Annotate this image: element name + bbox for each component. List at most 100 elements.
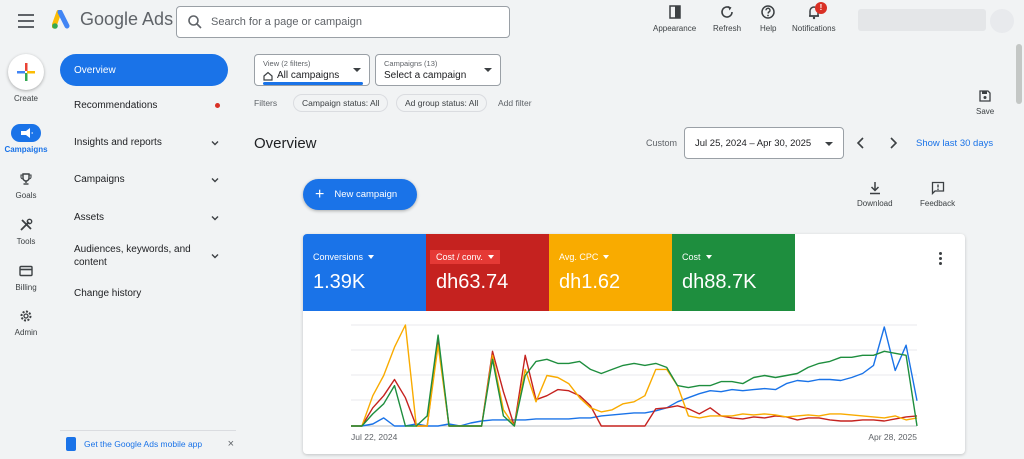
appearance-icon xyxy=(668,5,681,19)
rail-admin-pill xyxy=(11,307,41,325)
metric-cost-per-conversion-name[interactable]: Cost / conv. xyxy=(430,250,500,264)
series-line-conversions[interactable] xyxy=(351,326,918,427)
create-label: Create xyxy=(13,94,38,103)
nav-campaigns-label: Campaigns xyxy=(74,174,125,185)
show-last-30-days-link[interactable]: Show last 30 days xyxy=(916,138,993,149)
search-box[interactable] xyxy=(176,6,510,38)
metric-conversions[interactable]: Conversions 1.39K xyxy=(303,234,426,311)
save-button[interactable]: Save xyxy=(976,90,994,116)
metric-cost-per-conversion[interactable]: Cost / conv. dh63.74 xyxy=(426,234,549,311)
view-dropdown-value: All campaigns xyxy=(277,70,340,81)
metric-cost[interactable]: Cost dh88.7K xyxy=(672,234,795,311)
phone-icon xyxy=(66,436,76,451)
rail-item-campaigns[interactable]: Campaigns xyxy=(0,124,52,154)
refresh-label: Refresh xyxy=(713,24,742,33)
nav-audiences-label: Audiences, keywords, and content xyxy=(74,244,191,268)
nav-insights-label: Insights and reports xyxy=(74,137,162,148)
nav-item-change-history[interactable]: Change history xyxy=(60,288,228,299)
rail-campaigns-label: Campaigns xyxy=(4,145,48,154)
left-rail: Create Campaigns Goals Tools Billing Adm… xyxy=(0,44,52,459)
x-axis-start-label: Jul 22, 2024 xyxy=(351,432,398,442)
performance-card: Conversions 1.39K Cost / conv. dh63.74 A… xyxy=(303,234,965,454)
rail-admin-label: Admin xyxy=(14,328,38,337)
metric-cost-name[interactable]: Cost xyxy=(682,250,712,264)
plus-icon: + xyxy=(315,185,325,203)
card-icon xyxy=(19,265,33,277)
campaigns-dropdown[interactable]: Campaigns (13) Select a campaign xyxy=(375,54,501,86)
x-axis-end-label: Apr 28, 2025 xyxy=(868,432,917,442)
chevron-down-icon xyxy=(825,142,833,146)
filter-chip-ad-group-status[interactable]: Ad group status: All xyxy=(396,94,488,112)
chevron-right-icon[interactable] xyxy=(886,135,900,151)
rail-tools-label: Tools xyxy=(16,237,36,246)
close-icon[interactable]: × xyxy=(228,438,234,450)
home-icon xyxy=(263,71,273,81)
mobile-app-promo[interactable]: Get the Google Ads mobile app × xyxy=(60,430,236,456)
plus-icon xyxy=(17,63,35,81)
metric-avg-cpc-name[interactable]: Avg. CPC xyxy=(559,250,610,264)
feedback-icon xyxy=(931,181,944,195)
nav-assets-label: Assets xyxy=(74,212,105,223)
more-vert-icon[interactable] xyxy=(939,252,943,266)
view-dropdown-label: View (2 filters) xyxy=(263,59,311,68)
feedback-button[interactable]: Feedback xyxy=(920,181,955,208)
notifications-button[interactable]: Notifications ! xyxy=(792,2,836,33)
view-dropdown[interactable]: View (2 filters) All campaigns xyxy=(254,54,370,86)
avatar[interactable] xyxy=(990,9,1014,33)
rail-item-billing[interactable]: Billing xyxy=(0,262,52,292)
rail-goals-pill xyxy=(11,170,41,188)
nav-item-campaigns[interactable]: Campaigns xyxy=(60,174,228,185)
filters-label: Filters xyxy=(254,98,278,108)
appearance-label: Appearance xyxy=(653,24,697,33)
nav-item-audiences[interactable]: Audiences, keywords, and content xyxy=(60,243,228,269)
trophy-icon xyxy=(20,173,32,185)
date-custom-label: Custom xyxy=(646,138,678,148)
menu-icon[interactable] xyxy=(18,14,34,28)
nav-item-insights[interactable]: Insights and reports xyxy=(60,137,228,148)
feedback-label: Feedback xyxy=(920,199,956,208)
search-icon xyxy=(188,15,202,29)
chevron-down-icon xyxy=(484,68,492,72)
page-title: Overview xyxy=(254,135,317,152)
rail-tools-pill xyxy=(11,216,41,234)
account-info[interactable] xyxy=(858,9,986,31)
megaphone-icon xyxy=(21,128,33,138)
nav-item-assets[interactable]: Assets xyxy=(60,212,228,223)
help-button[interactable]: Help xyxy=(760,4,776,33)
nav-item-recommendations[interactable]: Recommendations xyxy=(60,100,228,111)
metric-conversions-name[interactable]: Conversions xyxy=(313,250,375,264)
new-campaign-button[interactable]: + New campaign xyxy=(303,179,417,210)
rail-campaigns-pill xyxy=(11,124,41,142)
filter-chip-campaign-status[interactable]: Campaign status: All xyxy=(293,94,389,112)
selected-indicator xyxy=(263,82,363,85)
date-range-value: Jul 25, 2024 – Apr 30, 2025 xyxy=(695,137,812,149)
google-ads-logo[interactable]: Google Ads xyxy=(52,9,173,30)
metric-avg-cpc-value: dh1.62 xyxy=(559,271,621,293)
metric-conversions-value: 1.39K xyxy=(313,271,366,293)
download-label: Download xyxy=(857,199,893,208)
rail-item-tools[interactable]: Tools xyxy=(0,216,52,246)
nav-item-overview[interactable]: Overview xyxy=(60,54,228,86)
notifications-label: Notifications xyxy=(792,24,836,33)
rail-goals-label: Goals xyxy=(15,191,37,200)
download-button[interactable]: Download xyxy=(857,181,893,208)
campaigns-dropdown-label: Campaigns (13) xyxy=(384,59,438,68)
refresh-button[interactable]: Refresh xyxy=(713,4,741,33)
new-campaign-label: New campaign xyxy=(334,189,398,200)
appearance-button[interactable]: Appearance xyxy=(653,4,696,33)
rail-billing-label: Billing xyxy=(15,283,37,292)
rail-item-goals[interactable]: Goals xyxy=(0,170,52,200)
date-range-picker[interactable]: Jul 25, 2024 – Apr 30, 2025 xyxy=(684,127,844,159)
metric-cost-per-conversion-label: Cost / conv. xyxy=(436,252,483,262)
nav-change-history-label: Change history xyxy=(74,288,142,299)
page-scrollbar[interactable] xyxy=(1016,44,1022,104)
rail-item-admin[interactable]: Admin xyxy=(0,307,52,337)
create-button[interactable] xyxy=(8,54,44,90)
mobile-promo-text[interactable]: Get the Google Ads mobile app xyxy=(84,439,202,449)
metric-avg-cpc[interactable]: Avg. CPC dh1.62 xyxy=(549,234,672,311)
add-filter-button[interactable]: Add filter xyxy=(498,98,532,108)
search-input[interactable] xyxy=(211,16,501,28)
chevron-down-icon xyxy=(353,68,361,72)
tools-icon xyxy=(20,218,33,231)
chevron-left-icon[interactable] xyxy=(854,135,868,151)
